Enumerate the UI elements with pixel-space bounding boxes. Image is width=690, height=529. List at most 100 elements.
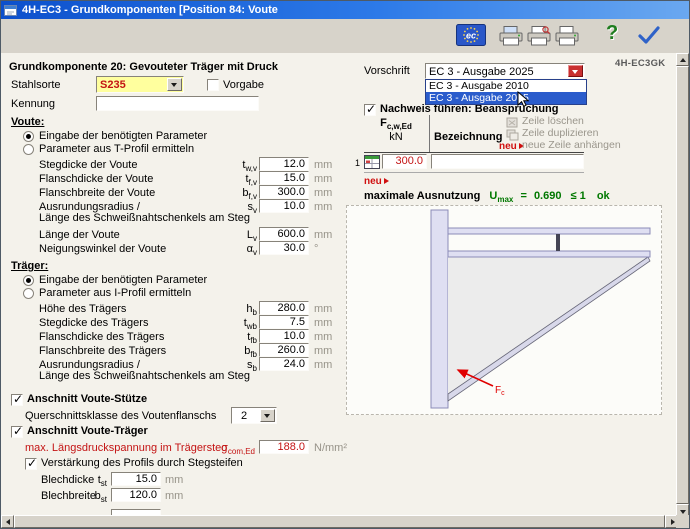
svg-text:ec: ec [466, 31, 476, 41]
vertical-scrollbar[interactable] [676, 53, 689, 517]
print-icon[interactable] [554, 25, 580, 52]
append-row-button[interactable]: neu [364, 175, 392, 188]
stahlsorte-label: Stahlsorte [11, 79, 61, 92]
unit-label: mm [314, 187, 332, 200]
force-input[interactable]: 300.0 [382, 154, 427, 169]
umax-value: 0.690 [534, 190, 562, 202]
field-label: Flanschbreite der Voute [39, 187, 155, 200]
kennung-label: Kennung [11, 98, 55, 111]
anschnitt-traeger-checkbox[interactable] [11, 426, 23, 438]
blechbreite-input[interactable]: 120.0 [111, 488, 161, 502]
neigungswinkel-input[interactable]: 30.0 [259, 241, 309, 255]
app-window: 4H-EC3 - Grundkomponenten [Position 84: … [0, 0, 690, 529]
eurocode-icon[interactable]: ec [456, 24, 486, 51]
field-label: Flanschdicke des Trägers [39, 331, 164, 344]
field-symbol: tst [85, 474, 107, 490]
ausrundung-traeger-input[interactable]: 24.0 [259, 357, 309, 371]
vorschrift-option-2025[interactable]: EC 3 - Ausgabe 2025 [426, 92, 586, 104]
laenge-voute-input[interactable]: 600.0 [259, 227, 309, 241]
scroll-up-button[interactable] [676, 53, 689, 66]
field-symbol: bst [85, 490, 107, 506]
flanschbreite-traeger-input[interactable]: 260.0 [259, 343, 309, 357]
vorschrift-option-2010[interactable]: EC 3 - Ausgabe 2010 [426, 80, 586, 92]
vorgabe-label: Vorgabe [223, 79, 264, 92]
ausnutzung-line: maximale Ausnutzung Umax = 0.690 ≤ 1 ok [364, 190, 610, 206]
stahlsorte-select[interactable]: S235 [96, 76, 184, 93]
field-symbol: sb [219, 359, 257, 375]
voute-section-title: Voute: [11, 116, 44, 129]
umax-symbol: Umax [489, 190, 513, 202]
flanschdicke-traeger-input[interactable]: 10.0 [259, 329, 309, 343]
voute-tprofil-label[interactable]: Parameter aus T-Profil ermitteln [39, 143, 194, 156]
horizontal-scrollbar[interactable] [1, 515, 678, 528]
row-number: 1 [355, 157, 360, 170]
umax-eq: = [520, 190, 526, 202]
vorgabe-checkbox[interactable] [207, 79, 219, 91]
unit-label: mm [165, 490, 183, 503]
bezeichnung-header: Bezeichnung [434, 131, 502, 144]
field-label: Neigungswinkel der Voute [39, 243, 166, 256]
confirm-icon[interactable] [637, 25, 661, 50]
field-label: Stegdicke des Trägers [39, 317, 148, 330]
stegdicke-traeger-input[interactable]: 7.5 [259, 315, 309, 329]
vertical-scroll-thumb[interactable] [676, 66, 689, 504]
kennung-input[interactable] [96, 96, 259, 111]
vorschrift-dropdown-list: EC 3 - Ausgabe 2010 EC 3 - Ausgabe 2025 [425, 79, 587, 105]
component-header: Grundkomponente 20: Gevouteter Träger mi… [9, 61, 278, 74]
titlebar[interactable]: 4H-EC3 - Grundkomponenten [Position 84: … [1, 1, 689, 19]
stegsteifen-checkbox[interactable] [25, 458, 37, 470]
flanschdicke-voute-input[interactable]: 15.0 [259, 171, 309, 185]
querschnittsklasse-select[interactable]: 2 [231, 407, 277, 424]
ausnutzung-label: maximale Ausnutzung [364, 190, 480, 202]
blechdicke-input[interactable]: 15.0 [111, 472, 161, 486]
svg-text:Fc: Fc [495, 385, 505, 397]
table-divider [429, 115, 430, 152]
vorschrift-select[interactable]: EC 3 - Ausgabe 2025 [425, 63, 585, 79]
main-panel: Grundkomponente 20: Gevouteter Träger mi… [1, 53, 678, 517]
mouse-cursor [517, 91, 529, 113]
sigma-label: max. Längsdruckspannung im Trägersteg [25, 442, 227, 455]
voute-eingabe-label[interactable]: Eingabe der benötigten Parameter [39, 130, 207, 143]
traeger-eingabe-label[interactable]: Eingabe der benötigten Parameter [39, 274, 207, 287]
stahlsorte-value: S235 [100, 79, 126, 91]
sigma-symbol: σcom,Ed [203, 442, 255, 458]
stahlsorte-dropdown-button[interactable] [167, 78, 182, 91]
unit-label: mm [314, 317, 332, 330]
bezeichnung-input[interactable] [431, 154, 584, 169]
flanschbreite-voute-input[interactable]: 300.0 [259, 185, 309, 199]
table-header-line [364, 152, 584, 153]
voute-eingabe-radio[interactable] [23, 131, 34, 142]
voute-tprofil-radio[interactable] [23, 144, 34, 155]
print-document-icon[interactable] [498, 25, 524, 52]
traeger-section-title: Träger: [11, 260, 48, 273]
sigma-input[interactable]: 188.0 [259, 440, 309, 454]
field-symbol: αv [219, 243, 257, 259]
horizontal-scroll-thumb[interactable] [14, 515, 665, 528]
unit-label: mm [165, 474, 183, 487]
querschnittsklasse-dropdown-button[interactable] [260, 409, 275, 422]
unit-label: ° [314, 243, 318, 256]
ausrundung-voute-input[interactable]: 10.0 [259, 199, 309, 213]
stegdicke-voute-input[interactable]: 12.0 [259, 157, 309, 171]
querschnittsklasse-value: 2 [241, 410, 247, 422]
scroll-left-button[interactable] [1, 515, 14, 528]
unit-label: mm [314, 201, 332, 214]
nachweis-checkbox[interactable] [364, 104, 376, 116]
field-label: Höhe des Trägers [39, 303, 126, 316]
action-neue-zeile[interactable]: neue Zeile anhängen [522, 139, 621, 152]
traeger-iprofil-label[interactable]: Parameter aus I-Profil ermitteln [39, 287, 191, 300]
anschnitt-stuetze-checkbox[interactable] [11, 394, 23, 406]
field-label: Flanschdicke der Voute [39, 173, 153, 186]
traeger-iprofil-radio[interactable] [23, 288, 34, 299]
unit-label: mm [314, 303, 332, 316]
help-icon[interactable]: ? [606, 22, 618, 45]
vorschrift-dropdown-button[interactable] [568, 65, 583, 77]
print-preview-icon[interactable] [526, 25, 552, 52]
unit-label: N/mm² [314, 442, 347, 455]
stegsteifen-label: Verstärkung des Profils durch Stegsteife… [41, 457, 243, 470]
umax-limit: ≤ 1 [571, 190, 586, 202]
hoehe-traeger-input[interactable]: 280.0 [259, 301, 309, 315]
traeger-eingabe-radio[interactable] [23, 275, 34, 286]
field-symbol: sv [219, 201, 257, 217]
scrollbar-corner [676, 515, 689, 528]
